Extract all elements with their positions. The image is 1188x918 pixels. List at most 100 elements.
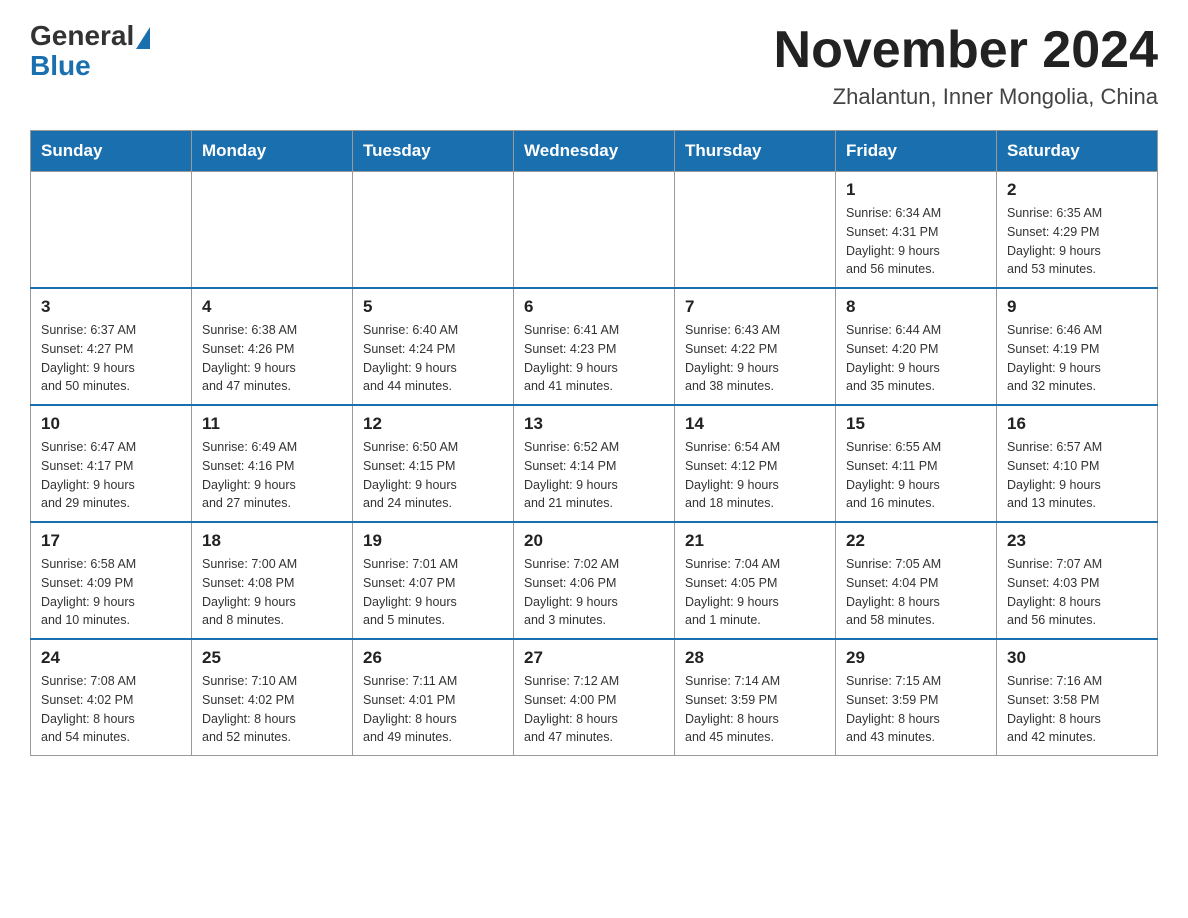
title-area: November 2024 Zhalantun, Inner Mongolia,… [774,20,1158,110]
calendar-week-row: 17Sunrise: 6:58 AM Sunset: 4:09 PM Dayli… [31,522,1158,639]
day-number: 1 [846,180,986,200]
table-row: 6 Sunrise: 6:41 AM Sunset: 4:23 PM Daylig… [514,288,675,405]
day-info: Sunrise: 6:55 AM Sunset: 4:11 PM Dayligh… [846,438,986,513]
table-row [514,172,675,289]
table-row: 27Sunrise: 7:12 AM Sunset: 4:00 PM Dayli… [514,639,675,756]
table-row: 30 Sunrise: 7:16 AM Sunset: 3:58 PM Dayli… [997,639,1158,756]
day-number: 3 [41,297,181,317]
day-info: Sunrise: 6:40 AM Sunset: 4:24 PM Dayligh… [363,321,503,396]
day-number: 26 [363,648,503,668]
day-info: Sunrise: 7:08 AM Sunset: 4:02 PM Dayligh… [41,672,181,747]
table-row: 1 Sunrise: 6:34 AM Sunset: 4:31 PM Daylig… [836,172,997,289]
day-info: Sunrise: 6:38 AM Sunset: 4:26 PM Dayligh… [202,321,342,396]
table-row: 15 Sunrise: 6:55 AM Sunset: 4:11 PM Dayli… [836,405,997,522]
day-info: Sunrise: 6:35 AM Sunset: 4:29 PM Dayligh… [1007,204,1147,279]
calendar-week-row: 3 Sunrise: 6:37 AM Sunset: 4:27 PM Daylig… [31,288,1158,405]
day-number: 14 [685,414,825,434]
calendar-week-row: 24Sunrise: 7:08 AM Sunset: 4:02 PM Dayli… [31,639,1158,756]
day-number: 22 [846,531,986,551]
day-number: 20 [524,531,664,551]
header-sunday: Sunday [31,131,192,172]
table-row: 20 Sunrise: 7:02 AM Sunset: 4:06 PM Dayli… [514,522,675,639]
header-wednesday: Wednesday [514,131,675,172]
day-info: Sunrise: 7:00 AM Sunset: 4:08 PM Dayligh… [202,555,342,630]
header-friday: Friday [836,131,997,172]
logo-triangle-icon [136,27,150,49]
day-number: 27 [524,648,664,668]
day-number: 9 [1007,297,1147,317]
table-row: 24Sunrise: 7:08 AM Sunset: 4:02 PM Dayli… [31,639,192,756]
day-number: 25 [202,648,342,668]
table-row: 13Sunrise: 6:52 AM Sunset: 4:14 PM Dayli… [514,405,675,522]
day-info: Sunrise: 7:02 AM Sunset: 4:06 PM Dayligh… [524,555,664,630]
day-number: 4 [202,297,342,317]
table-row: 8 Sunrise: 6:44 AM Sunset: 4:20 PM Daylig… [836,288,997,405]
day-info: Sunrise: 7:01 AM Sunset: 4:07 PM Dayligh… [363,555,503,630]
day-info: Sunrise: 7:16 AM Sunset: 3:58 PM Dayligh… [1007,672,1147,747]
day-number: 10 [41,414,181,434]
day-info: Sunrise: 6:47 AM Sunset: 4:17 PM Dayligh… [41,438,181,513]
table-row: 26 Sunrise: 7:11 AM Sunset: 4:01 PM Dayli… [353,639,514,756]
day-number: 28 [685,648,825,668]
month-year-title: November 2024 [774,20,1158,80]
day-number: 6 [524,297,664,317]
table-row [31,172,192,289]
table-row [353,172,514,289]
table-row: 25Sunrise: 7:10 AM Sunset: 4:02 PM Dayli… [192,639,353,756]
day-number: 23 [1007,531,1147,551]
day-number: 7 [685,297,825,317]
day-info: Sunrise: 6:43 AM Sunset: 4:22 PM Dayligh… [685,321,825,396]
day-info: Sunrise: 6:52 AM Sunset: 4:14 PM Dayligh… [524,438,664,513]
day-number: 29 [846,648,986,668]
day-number: 12 [363,414,503,434]
table-row: 14 Sunrise: 6:54 AM Sunset: 4:12 PM Dayli… [675,405,836,522]
table-row: 23Sunrise: 7:07 AM Sunset: 4:03 PM Dayli… [997,522,1158,639]
calendar-week-row: 1 Sunrise: 6:34 AM Sunset: 4:31 PM Daylig… [31,172,1158,289]
table-row: 5 Sunrise: 6:40 AM Sunset: 4:24 PM Daylig… [353,288,514,405]
table-row [192,172,353,289]
logo-general: General [30,20,134,51]
table-row: 29 Sunrise: 7:15 AM Sunset: 3:59 PM Dayli… [836,639,997,756]
location-subtitle: Zhalantun, Inner Mongolia, China [774,84,1158,110]
table-row: 2 Sunrise: 6:35 AM Sunset: 4:29 PM Daylig… [997,172,1158,289]
day-number: 2 [1007,180,1147,200]
day-info: Sunrise: 6:34 AM Sunset: 4:31 PM Dayligh… [846,204,986,279]
header-saturday: Saturday [997,131,1158,172]
day-info: Sunrise: 7:11 AM Sunset: 4:01 PM Dayligh… [363,672,503,747]
day-number: 15 [846,414,986,434]
table-row: 7 Sunrise: 6:43 AM Sunset: 4:22 PM Daylig… [675,288,836,405]
table-row: 10 Sunrise: 6:47 AM Sunset: 4:17 PM Dayli… [31,405,192,522]
weekday-header-row: Sunday Monday Tuesday Wednesday Thursday… [31,131,1158,172]
day-number: 16 [1007,414,1147,434]
calendar-week-row: 10 Sunrise: 6:47 AM Sunset: 4:17 PM Dayli… [31,405,1158,522]
header-monday: Monday [192,131,353,172]
day-number: 8 [846,297,986,317]
table-row: 18Sunrise: 7:00 AM Sunset: 4:08 PM Dayli… [192,522,353,639]
day-info: Sunrise: 7:14 AM Sunset: 3:59 PM Dayligh… [685,672,825,747]
day-number: 19 [363,531,503,551]
day-info: Sunrise: 6:49 AM Sunset: 4:16 PM Dayligh… [202,438,342,513]
logo-blue: Blue [30,50,150,82]
day-info: Sunrise: 7:04 AM Sunset: 4:05 PM Dayligh… [685,555,825,630]
day-info: Sunrise: 7:15 AM Sunset: 3:59 PM Dayligh… [846,672,986,747]
day-info: Sunrise: 6:41 AM Sunset: 4:23 PM Dayligh… [524,321,664,396]
day-number: 21 [685,531,825,551]
day-info: Sunrise: 6:44 AM Sunset: 4:20 PM Dayligh… [846,321,986,396]
table-row: 16Sunrise: 6:57 AM Sunset: 4:10 PM Dayli… [997,405,1158,522]
table-row: 9 Sunrise: 6:46 AM Sunset: 4:19 PM Daylig… [997,288,1158,405]
day-info: Sunrise: 6:46 AM Sunset: 4:19 PM Dayligh… [1007,321,1147,396]
table-row: 28 Sunrise: 7:14 AM Sunset: 3:59 PM Dayli… [675,639,836,756]
day-info: Sunrise: 7:05 AM Sunset: 4:04 PM Dayligh… [846,555,986,630]
logo-general-text: General Blue [30,20,150,82]
table-row: 19 Sunrise: 7:01 AM Sunset: 4:07 PM Dayli… [353,522,514,639]
day-number: 30 [1007,648,1147,668]
day-info: Sunrise: 6:54 AM Sunset: 4:12 PM Dayligh… [685,438,825,513]
day-number: 5 [363,297,503,317]
day-info: Sunrise: 6:37 AM Sunset: 4:27 PM Dayligh… [41,321,181,396]
table-row: 11 Sunrise: 6:49 AM Sunset: 4:16 PM Dayli… [192,405,353,522]
day-info: Sunrise: 6:50 AM Sunset: 4:15 PM Dayligh… [363,438,503,513]
header: General Blue November 2024 Zhalantun, In… [30,20,1158,110]
day-number: 11 [202,414,342,434]
table-row: 4 Sunrise: 6:38 AM Sunset: 4:26 PM Daylig… [192,288,353,405]
table-row: 12 Sunrise: 6:50 AM Sunset: 4:15 PM Dayli… [353,405,514,522]
